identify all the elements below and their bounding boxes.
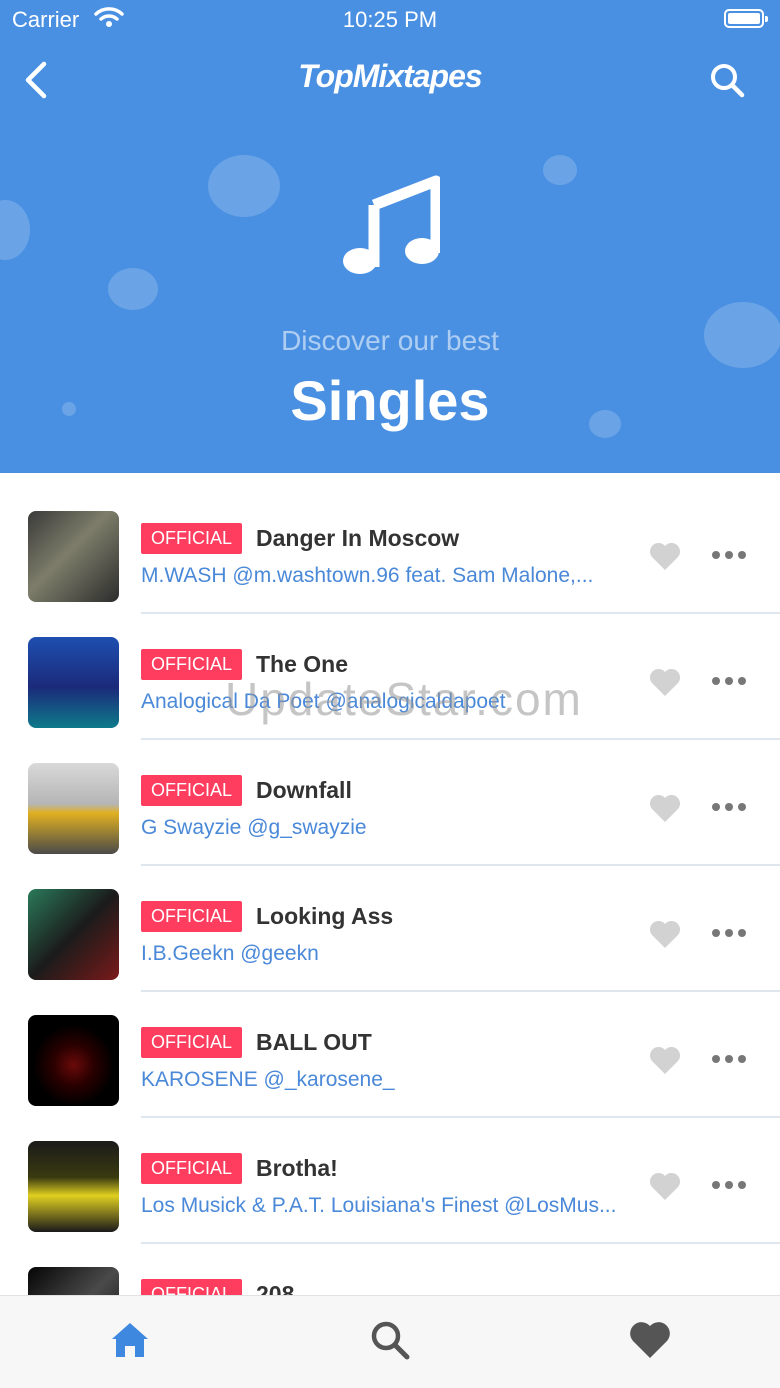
- heart-icon[interactable]: [649, 1045, 681, 1075]
- tab-bar: [0, 1295, 780, 1388]
- song-title: BALL OUT: [256, 1029, 372, 1055]
- status-bar: Carrier 10:25 PM: [0, 0, 780, 40]
- artist-link[interactable]: Los Musick & P.A.T. Louisiana's Finest @…: [141, 1194, 616, 1218]
- more-icon[interactable]: [711, 1175, 747, 1195]
- album-cover: [28, 889, 119, 980]
- tab-search[interactable]: [368, 1318, 412, 1362]
- heart-icon: [630, 1322, 670, 1358]
- heart-icon[interactable]: [649, 541, 681, 571]
- album-cover: [28, 637, 119, 728]
- more-icon[interactable]: [711, 1049, 747, 1069]
- decor-bubble: [108, 268, 158, 310]
- artist-link[interactable]: KAROSENE @_karosene_: [141, 1068, 395, 1092]
- official-badge: OFFICIAL: [141, 775, 243, 806]
- clock: 10:25 PM: [342, 7, 438, 32]
- decor-bubble: [0, 200, 30, 260]
- home-icon: [112, 1323, 148, 1357]
- heart-icon[interactable]: [649, 793, 681, 823]
- list-item[interactable]: OFFICIAL Brotha! Los Musick & P.A.T. Lou…: [0, 1103, 780, 1244]
- list-item[interactable]: OFFICIAL Danger In Moscow M.WASH @m.wash…: [0, 473, 780, 614]
- app-logo: TopMixtapes: [298, 58, 482, 94]
- more-icon[interactable]: [711, 797, 747, 817]
- song-title: Downfall: [256, 777, 352, 803]
- artist-link[interactable]: M.WASH @m.washtown.96 feat. Sam Malone,.…: [141, 564, 593, 588]
- more-icon[interactable]: [711, 671, 747, 691]
- more-icon[interactable]: [711, 923, 747, 943]
- heart-icon[interactable]: [649, 1171, 681, 1201]
- artist-link[interactable]: G Swayzie @g_swayzie: [141, 816, 367, 840]
- music-note-icon: [343, 175, 440, 274]
- hero-subtitle: Discover our best: [281, 325, 499, 356]
- album-cover: [28, 1015, 119, 1106]
- list-item[interactable]: OFFICIAL BALL OUT KAROSENE @_karosene_: [0, 977, 780, 1118]
- battery-icon: [724, 9, 768, 28]
- header-banner: Carrier 10:25 PM TopMixtapes Discover ou…: [0, 0, 780, 473]
- tab-home[interactable]: [108, 1318, 152, 1362]
- song-title: Danger In Moscow: [256, 525, 460, 551]
- list-item[interactable]: OFFICIAL Downfall G Swayzie @g_swayzie: [0, 725, 780, 866]
- heart-icon[interactable]: [649, 919, 681, 949]
- tab-favorites[interactable]: [628, 1318, 672, 1362]
- heart-icon[interactable]: [649, 667, 681, 697]
- album-cover: [28, 763, 119, 854]
- album-cover: [28, 1141, 119, 1232]
- official-badge: OFFICIAL: [141, 523, 243, 554]
- decor-bubble: [208, 155, 280, 217]
- hero-title: Singles: [290, 369, 490, 432]
- song-title: Looking Ass: [256, 903, 394, 929]
- artist-link[interactable]: I.B.Geekn @geekn: [141, 942, 319, 966]
- official-badge: OFFICIAL: [141, 1027, 243, 1058]
- official-badge: OFFICIAL: [141, 1153, 243, 1184]
- decor-bubble: [543, 155, 577, 185]
- search-icon: [371, 1321, 410, 1360]
- search-button[interactable]: [706, 60, 750, 100]
- official-badge: OFFICIAL: [141, 901, 243, 932]
- more-icon[interactable]: [711, 545, 747, 565]
- list-item[interactable]: OFFICIAL Looking Ass I.B.Geekn @geekn: [0, 851, 780, 992]
- song-title: Brotha!: [256, 1155, 338, 1181]
- album-cover: [28, 511, 119, 602]
- watermark: UpdateStar.com: [225, 673, 583, 725]
